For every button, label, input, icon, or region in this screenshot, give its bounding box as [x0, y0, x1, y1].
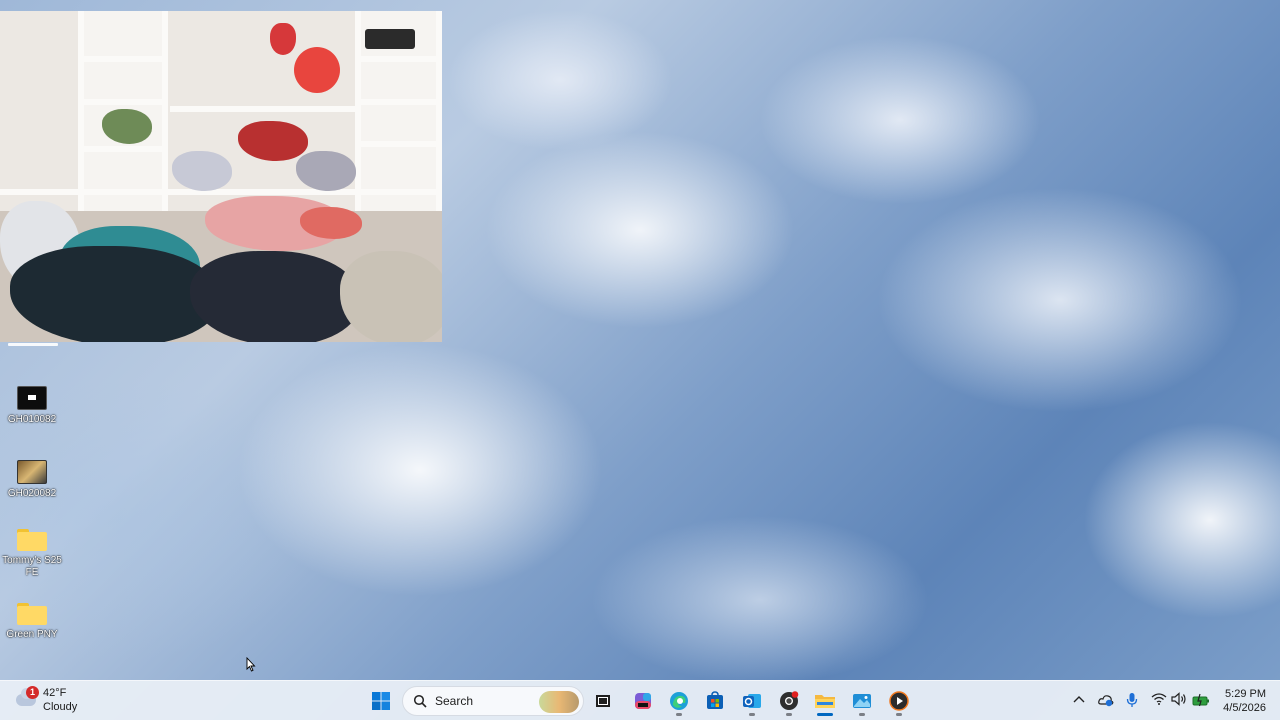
taskbar-search-box[interactable]: Search — [402, 686, 584, 716]
taskbar: 1 42°F Cloudy Search 5:29 PM 4/5/2026 — [0, 680, 1280, 720]
video-thumbnail-icon — [17, 386, 47, 410]
running-indicator — [859, 713, 865, 716]
onedrive-sync-icon[interactable] — [1098, 692, 1114, 708]
volume-speaker-icon[interactable] — [1171, 692, 1187, 706]
running-indicator — [786, 713, 792, 716]
wifi-icon[interactable] — [1151, 692, 1167, 706]
search-highlight-image — [539, 691, 579, 713]
microphone-icon[interactable] — [1126, 692, 1138, 708]
outlook-icon — [743, 694, 761, 708]
clock-time: 5:29 PM — [1225, 688, 1266, 700]
strawberry-decoration — [270, 23, 296, 55]
strawberry-lamp — [294, 47, 340, 93]
copilot-button[interactable] — [627, 686, 659, 716]
media-player-icon — [889, 691, 909, 711]
search-icon — [413, 694, 427, 708]
folder-icon — [17, 529, 47, 551]
photos-icon — [853, 694, 871, 708]
microsoft-store-button[interactable] — [699, 686, 731, 716]
photos-button[interactable] — [846, 686, 878, 716]
camera-scene-dark-clothes — [10, 246, 220, 342]
desktop-icon-label: GH020082 — [7, 488, 57, 499]
desktop-icon-label: Tommy's S25 FE — [2, 555, 62, 578]
video-thumbnail-icon — [17, 460, 47, 484]
battery-charging-icon[interactable] — [1192, 693, 1210, 707]
mouse-cursor-icon — [246, 657, 256, 672]
chrome-button[interactable] — [773, 686, 805, 716]
edge-icon — [670, 692, 688, 710]
running-indicator — [896, 713, 902, 716]
hidden-desktop-icon-label — [8, 340, 58, 348]
windows-logo-icon — [372, 692, 390, 710]
task-view-button[interactable] — [587, 686, 619, 716]
store-icon — [707, 691, 723, 709]
copilot-icon — [635, 693, 651, 709]
running-indicator — [749, 713, 755, 716]
folder-icon — [17, 603, 47, 625]
desktop-icon-video-gh020082[interactable]: GH020082 — [0, 460, 64, 500]
active-window-indicator — [817, 713, 833, 716]
system-clock[interactable]: 5:29 PM 4/5/2026 — [1223, 687, 1266, 715]
desktop-icon-label: Green PNY — [6, 629, 58, 640]
desktop-icon-folder-green-pny[interactable]: Green PNY — [0, 603, 64, 641]
desktop-icon-video-gh010082[interactable]: GH010082 — [0, 386, 64, 426]
weather-widget[interactable]: 1 42°F Cloudy — [14, 686, 94, 716]
media-player-button[interactable] — [883, 686, 915, 716]
show-hidden-icons-chevron-up-icon[interactable] — [1073, 695, 1085, 705]
running-indicator — [676, 713, 682, 716]
outlook-button[interactable] — [736, 686, 768, 716]
weather-temperature: 42°F — [43, 687, 67, 699]
chrome-icon — [780, 691, 799, 710]
weather-condition: Cloudy — [43, 701, 78, 713]
notification-badge: 1 — [26, 686, 39, 699]
edge-browser-button[interactable] — [663, 686, 695, 716]
desktop-icon-label: GH010082 — [7, 414, 57, 425]
start-button[interactable] — [365, 686, 397, 716]
task-view-icon — [596, 695, 610, 707]
clock-date: 4/5/2026 — [1223, 702, 1266, 714]
search-label: Search — [435, 694, 474, 708]
file-explorer-button[interactable] — [809, 686, 841, 716]
desktop-icon-folder-tommys-s25-fe[interactable]: Tommy's S25 FE — [0, 529, 64, 579]
file-explorer-icon — [815, 695, 835, 708]
camera-preview-window[interactable] — [0, 11, 442, 342]
